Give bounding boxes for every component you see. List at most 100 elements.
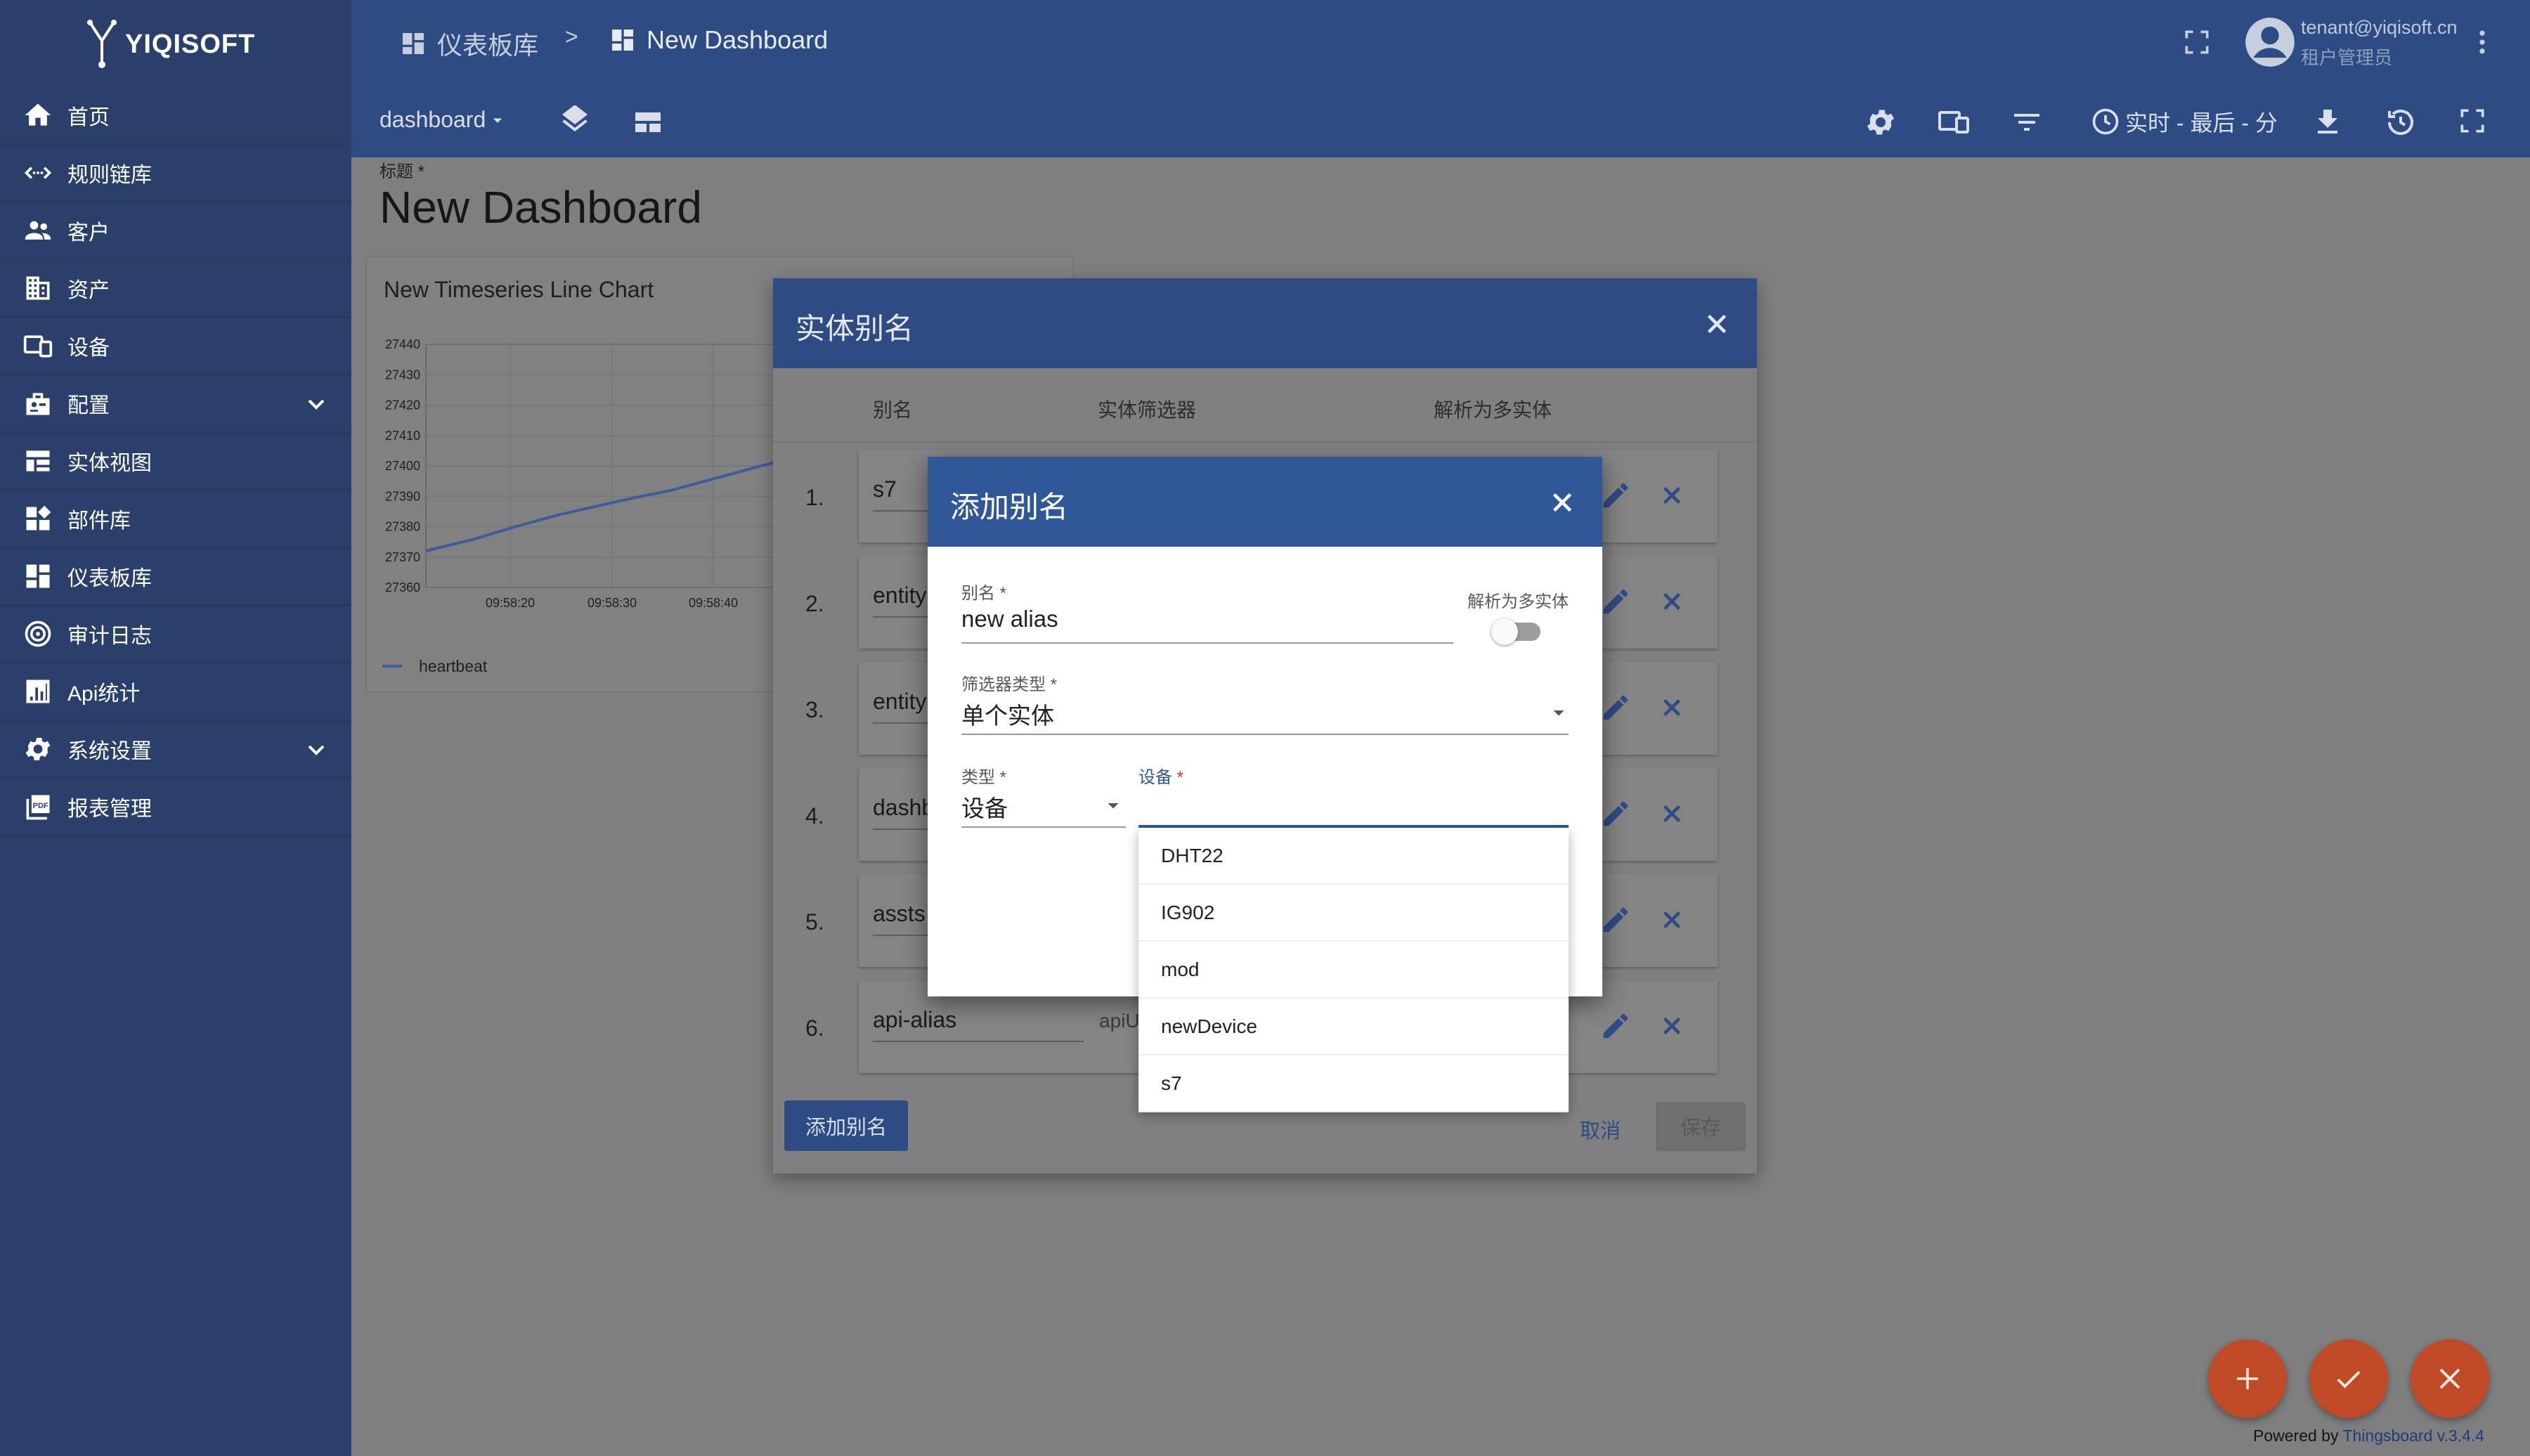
cancel-button[interactable]: 取消 — [1580, 1114, 1621, 1144]
y-tick-label: 27380 — [385, 520, 420, 534]
remove-icon[interactable] — [1657, 481, 1687, 510]
remove-icon[interactable] — [1657, 587, 1687, 616]
alias-input[interactable]: api-alias — [873, 1007, 956, 1033]
arrow-drop-down-icon[interactable] — [1101, 793, 1126, 818]
user-role: 租户管理员 — [2301, 47, 2393, 68]
device-option[interactable]: mod — [1138, 942, 1569, 999]
clock-icon — [2092, 108, 2119, 135]
thingsboard-link[interactable]: Thingsboard v.3.4.4 — [2342, 1426, 2484, 1445]
y-tick-label: 27420 — [385, 398, 420, 412]
device-option[interactable]: DHT22 — [1138, 828, 1569, 885]
chevron-down-icon[interactable] — [302, 736, 330, 764]
y-tick-label: 27390 — [385, 489, 420, 503]
device-option[interactable]: IG902 — [1138, 885, 1569, 942]
top-bar: 仪表板库 > New Dashboard tenant@yiqisoft.cn … — [351, 0, 2530, 157]
apply-changes-fab[interactable] — [2309, 1339, 2388, 1418]
entity-type-select[interactable]: 设备 — [961, 790, 1008, 824]
edit-icon[interactable] — [1600, 1010, 1632, 1042]
edit-icon[interactable] — [1600, 585, 1632, 618]
sidebar-item-settings[interactable]: 系统设置 — [0, 721, 351, 779]
powered-by-text: Powered by — [2253, 1426, 2339, 1445]
more-vert-icon[interactable] — [2467, 27, 2498, 58]
entity-type-underline — [961, 826, 1126, 828]
layers-icon[interactable] — [558, 105, 592, 139]
sidebar-item-customers[interactable]: 客户 — [0, 202, 351, 260]
powered-by: Powered by Thingsboard v.3.4.4 — [2253, 1426, 2484, 1445]
x-tick-label: 09:58:30 — [588, 596, 637, 610]
close-icon[interactable] — [1546, 486, 1578, 519]
sidebar-item-pdf-report[interactable]: PDF 报表管理 — [0, 779, 351, 836]
edit-icon[interactable] — [1600, 904, 1632, 936]
remove-icon[interactable] — [1657, 799, 1687, 828]
header-divider — [773, 441, 1757, 443]
sidebar-item-label: 报表管理 — [67, 798, 152, 821]
resolve-multiple-toggle[interactable] — [1491, 618, 1540, 645]
sidebar-item-devices[interactable]: 设备 — [0, 318, 351, 375]
layouts-icon[interactable] — [631, 105, 665, 139]
svg-text:PDF: PDF — [33, 802, 48, 810]
save-button[interactable]: 保存 — [1656, 1102, 1746, 1151]
fullscreen-dashboard-icon[interactable] — [2457, 105, 2488, 136]
sidebar-item-assets[interactable]: 资产 — [0, 260, 351, 318]
toggle-thumb — [1491, 618, 1518, 645]
fullscreen-icon[interactable] — [2181, 27, 2212, 58]
add-widget-fab[interactable] — [2208, 1339, 2287, 1418]
entity-aliases-icon[interactable] — [1935, 105, 1972, 139]
device-option[interactable]: newDevice — [1138, 999, 1569, 1055]
breadcrumb-current-label: New Dashboard — [647, 25, 829, 54]
edit-icon[interactable] — [1600, 798, 1632, 830]
dialog-title: 实体别名 — [796, 312, 914, 345]
dashboard-title[interactable]: New Dashboard — [379, 181, 702, 233]
filter-type-select[interactable]: 单个实体 — [961, 697, 1054, 731]
sidebar-item-api-stats[interactable]: Api统计 — [0, 663, 351, 721]
remove-icon[interactable] — [1657, 1011, 1687, 1041]
arrow-drop-down-icon[interactable] — [1546, 700, 1571, 725]
brand-logo[interactable]: YIQISOFT — [86, 20, 255, 69]
audit-log-icon — [25, 620, 51, 647]
chevron-down-icon[interactable] — [302, 390, 330, 418]
sidebar-item-dashboards[interactable]: 仪表板库 — [0, 548, 351, 606]
alias-input[interactable]: assts — [873, 901, 926, 927]
cancel-edit-fab[interactable] — [2411, 1339, 2489, 1418]
alias-input[interactable]: dashb — [873, 795, 934, 821]
entity-view-icon — [26, 450, 50, 472]
brand-name: YIQISOFT — [125, 29, 256, 59]
dialog-title: 添加别名 — [950, 490, 1069, 524]
remove-icon[interactable] — [1657, 693, 1687, 722]
sidebar-item-audit-log[interactable]: 审计日志 — [0, 606, 351, 663]
sidebar-item-home[interactable]: 首页 — [0, 87, 351, 145]
device-option[interactable]: s7 — [1138, 1055, 1569, 1112]
settings-icon — [25, 737, 51, 761]
alias-input[interactable]: entity — [873, 583, 926, 609]
alias-input[interactable]: s7 — [873, 476, 897, 502]
arrow-drop-down-icon — [493, 118, 502, 123]
alias-field[interactable]: new alias — [961, 606, 1058, 632]
sidebar-item-label: 部件库 — [67, 509, 131, 533]
remove-icon[interactable] — [1657, 905, 1687, 935]
breadcrumb-dashboards[interactable]: 仪表板库 — [399, 25, 538, 62]
edit-icon[interactable] — [1600, 691, 1632, 724]
pdf-report-icon: PDF — [26, 795, 50, 820]
y-tick-label: 27400 — [385, 459, 420, 473]
timewindow-label: 实时 - 最后 - 分 — [2125, 110, 2278, 136]
row-number: 3. — [805, 697, 824, 722]
column-header-alias: 别名 — [873, 399, 913, 421]
alias-input[interactable]: entity — [873, 689, 926, 715]
filter-list-icon[interactable] — [2010, 105, 2044, 139]
resolve-multiple-label: 解析为多实体 — [1467, 592, 1569, 611]
sidebar-item-profiles[interactable]: 配置 — [0, 375, 351, 433]
sidebar-item-label: 实体视图 — [67, 452, 152, 475]
edit-icon[interactable] — [1600, 479, 1632, 512]
dashboard-state-select[interactable]: dashboard — [379, 107, 508, 133]
sidebar-item-widgets[interactable]: 部件库 — [0, 490, 351, 548]
sidebar-item-entity-view[interactable]: 实体视图 — [0, 433, 351, 490]
settings-icon[interactable] — [1864, 105, 1897, 139]
sidebar-item-rule-chain[interactable]: 规则链库 — [0, 145, 351, 202]
add-alias-button[interactable]: 添加别名 — [784, 1100, 908, 1151]
close-icon[interactable] — [1701, 308, 1733, 340]
account-circle-icon[interactable] — [2243, 15, 2297, 69]
download-icon[interactable] — [2311, 105, 2344, 139]
history-icon[interactable] — [2384, 105, 2418, 139]
timewindow-button[interactable]: 实时 - 最后 - 分 — [2090, 105, 2278, 138]
sidebar-item-label: 规则链库 — [67, 164, 152, 187]
